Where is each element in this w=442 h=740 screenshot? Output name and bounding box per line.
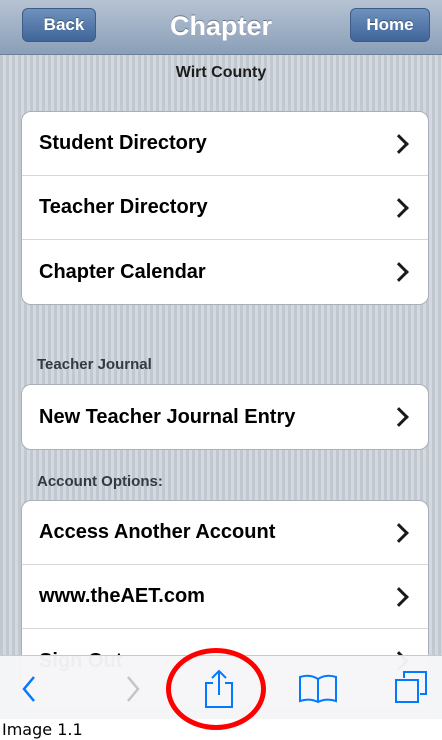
- list-item-new-journal-entry[interactable]: New Teacher Journal Entry: [22, 385, 428, 449]
- back-arrow-button[interactable]: [0, 656, 60, 719]
- forward-arrow-button[interactable]: [105, 656, 165, 719]
- list-item-label: www.theAET.com: [39, 585, 205, 607]
- back-arrow-icon: [22, 676, 35, 702]
- home-button-label: Home: [366, 15, 414, 34]
- home-button[interactable]: Home: [350, 8, 430, 42]
- chevron-right-icon: [389, 262, 409, 282]
- list-item-label: Teacher Directory: [39, 196, 208, 218]
- chevron-right-icon: [389, 407, 409, 427]
- bookmarks-button[interactable]: [285, 656, 355, 719]
- journal-group: New Teacher Journal Entry: [21, 384, 429, 450]
- county-subtitle: Wirt County: [175, 64, 267, 81]
- list-item-access-another-account[interactable]: Access Another Account: [22, 501, 428, 565]
- list-item-student-directory[interactable]: Student Directory: [22, 112, 428, 176]
- list-item-label: Student Directory: [39, 132, 207, 154]
- chevron-right-icon: [389, 586, 409, 607]
- chevron-right-icon: [389, 522, 409, 543]
- list-item-label: Access Another Account: [39, 521, 276, 543]
- list-item-aet-website[interactable]: www.theAET.com: [22, 565, 428, 629]
- forward-arrow-icon: [127, 676, 140, 702]
- list-item-chapter-calendar[interactable]: Chapter Calendar: [22, 240, 428, 304]
- tabs-icon: [395, 671, 427, 703]
- list-item-teacher-directory[interactable]: Teacher Directory: [22, 176, 428, 240]
- section-header-account-options: Account Options:: [37, 473, 163, 490]
- list-item-label: New Teacher Journal Entry: [39, 405, 296, 428]
- navigation-bar: Back Chapter Home: [0, 0, 442, 55]
- tabs-button[interactable]: [380, 656, 442, 719]
- chevron-right-icon: [389, 197, 409, 218]
- section-header-teacher-journal: Teacher Journal: [37, 356, 152, 373]
- highlight-circle-annotation: [166, 648, 266, 730]
- directory-group: Student Directory Teacher Directory Chap…: [21, 111, 429, 305]
- list-item-label: Chapter Calendar: [39, 260, 206, 283]
- chevron-right-icon: [389, 133, 409, 154]
- image-caption: Image 1.1: [2, 720, 83, 739]
- bookmarks-icon: [299, 674, 337, 704]
- app-screen: Back Chapter Home Wirt County Student Di…: [0, 0, 442, 719]
